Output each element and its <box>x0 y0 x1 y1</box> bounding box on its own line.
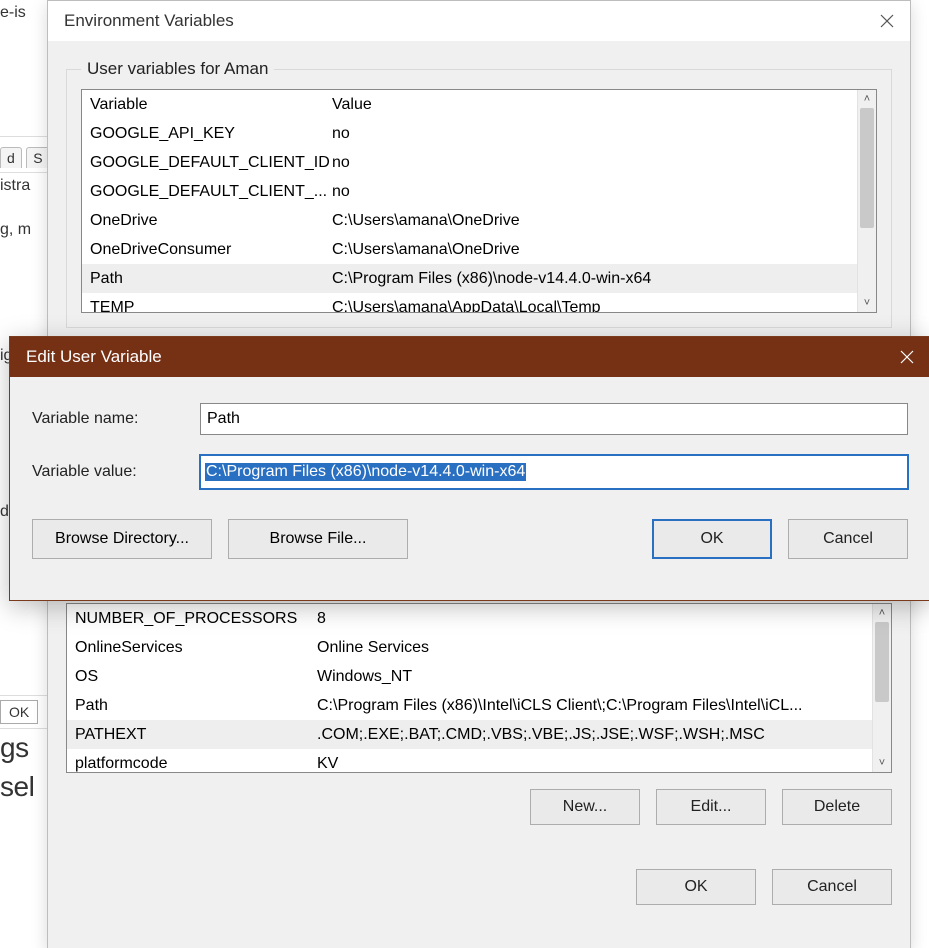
table-row[interactable]: OSWindows_NT <box>67 662 891 691</box>
value-cell: C:\Users\amana\OneDrive <box>330 235 868 264</box>
bg-fragment: e-is <box>0 0 50 26</box>
variable-cell: Path <box>90 264 330 293</box>
variable-cell: OnlineServices <box>75 633 315 662</box>
edit-user-variable-dialog: Edit User Variable Variable name: Variab… <box>9 336 929 601</box>
value-cell: no <box>330 119 868 148</box>
close-icon[interactable] <box>864 1 910 41</box>
cancel-button[interactable]: Cancel <box>772 869 892 905</box>
variable-cell: Path <box>75 691 315 720</box>
table-row[interactable]: PathC:\Program Files (x86)\Intel\iCLS Cl… <box>67 691 891 720</box>
variable-cell: platformcode <box>75 749 315 773</box>
variable-cell: PATHEXT <box>75 720 315 749</box>
scroll-up-icon[interactable]: ˄ <box>873 604 891 622</box>
col-variable-header[interactable]: Variable <box>90 90 330 119</box>
table-row[interactable]: GOOGLE_DEFAULT_CLIENT_IDno <box>82 148 876 177</box>
scroll-down-icon[interactable]: ˅ <box>858 294 876 312</box>
env-titlebar[interactable]: Environment Variables <box>48 1 910 41</box>
env-title: Environment Variables <box>64 11 234 31</box>
value-cell: C:\Program Files (x86)\Intel\iCLS Client… <box>315 691 883 720</box>
variable-name-input[interactable] <box>200 403 908 435</box>
value-cell: no <box>330 148 868 177</box>
value-cell: Online Services <box>315 633 883 662</box>
variable-value-input[interactable]: C:\Program Files (x86)\node-v14.4.0-win-… <box>200 455 908 489</box>
table-row[interactable]: GOOGLE_API_KEYno <box>82 119 876 148</box>
value-cell: C:\Program Files (x86)\node-v14.4.0-win-… <box>330 264 868 293</box>
scroll-thumb[interactable] <box>875 622 889 702</box>
user-variables-list[interactable]: Variable Value GOOGLE_API_KEYnoGOOGLE_DE… <box>81 89 877 313</box>
table-row[interactable]: NUMBER_OF_PROCESSORS8 <box>67 604 891 633</box>
system-variables-list[interactable]: NUMBER_OF_PROCESSORS8OnlineServicesOnlin… <box>66 603 892 773</box>
table-row[interactable]: PATHEXT.COM;.EXE;.BAT;.CMD;.VBS;.VBE;.JS… <box>67 720 891 749</box>
cancel-button[interactable]: Cancel <box>788 519 908 559</box>
variable-cell: GOOGLE_API_KEY <box>90 119 330 148</box>
ok-button[interactable]: OK <box>652 519 772 559</box>
dialog-final-buttons: OK Cancel <box>66 869 892 905</box>
variable-value-label: Variable value: <box>32 463 200 481</box>
list-header[interactable]: Variable Value <box>82 90 876 119</box>
variable-cell: NUMBER_OF_PROCESSORS <box>75 604 315 633</box>
edit-button[interactable]: Edit... <box>656 789 766 825</box>
edit-title: Edit User Variable <box>26 347 162 367</box>
browse-file-button[interactable]: Browse File... <box>228 519 408 559</box>
variable-cell: GOOGLE_DEFAULT_CLIENT_ID <box>90 148 330 177</box>
variable-cell: OneDrive <box>90 206 330 235</box>
edit-titlebar[interactable]: Edit User Variable <box>10 337 929 377</box>
table-row[interactable]: OneDriveC:\Users\amana\OneDrive <box>82 206 876 235</box>
variable-cell: GOOGLE_DEFAULT_CLIENT_... <box>90 177 330 206</box>
variable-cell: OneDriveConsumer <box>90 235 330 264</box>
variable-value-selected-text: C:\Program Files (x86)\node-v14.4.0-win-… <box>205 463 526 481</box>
bg-fragment: sel <box>0 768 50 807</box>
col-value-header[interactable]: Value <box>330 90 868 119</box>
bg-ok-button: OK <box>0 700 38 724</box>
table-row[interactable]: OnlineServicesOnline Services <box>67 633 891 662</box>
bg-fragment: istra <box>0 173 50 199</box>
variable-cell: TEMP <box>90 293 330 313</box>
scroll-up-icon[interactable]: ˄ <box>858 90 876 108</box>
scrollbar[interactable]: ˄ ˅ <box>872 604 891 772</box>
value-cell: no <box>330 177 868 206</box>
table-row[interactable]: PathC:\Program Files (x86)\node-v14.4.0-… <box>82 264 876 293</box>
table-row[interactable]: OneDriveConsumerC:\Users\amana\OneDrive <box>82 235 876 264</box>
table-row[interactable]: GOOGLE_DEFAULT_CLIENT_...no <box>82 177 876 206</box>
value-cell: C:\Users\amana\OneDrive <box>330 206 868 235</box>
scrollbar[interactable]: ˄ ˅ <box>857 90 876 312</box>
scroll-thumb[interactable] <box>860 108 874 228</box>
value-cell: 8 <box>315 604 883 633</box>
new-button[interactable]: New... <box>530 789 640 825</box>
bg-tab: d <box>0 147 22 168</box>
table-row[interactable]: platformcodeKV <box>67 749 891 773</box>
value-cell: C:\Users\amana\AppData\Local\Temp <box>330 293 868 313</box>
user-variables-group: User variables for Aman Variable Value G… <box>66 59 892 328</box>
bg-fragment: g, m <box>0 217 50 243</box>
value-cell: .COM;.EXE;.BAT;.CMD;.VBS;.VBE;.JS;.JSE;.… <box>315 720 883 749</box>
scroll-down-icon[interactable]: ˅ <box>873 754 891 772</box>
variable-name-label: Variable name: <box>32 410 200 428</box>
variable-cell: OS <box>75 662 315 691</box>
ok-button[interactable]: OK <box>636 869 756 905</box>
system-vars-buttons: New... Edit... Delete <box>66 789 892 825</box>
close-icon[interactable] <box>884 337 929 377</box>
delete-button[interactable]: Delete <box>782 789 892 825</box>
user-variables-legend: User variables for Aman <box>81 59 274 79</box>
browse-directory-button[interactable]: Browse Directory... <box>32 519 212 559</box>
table-row[interactable]: TEMPC:\Users\amana\AppData\Local\Temp <box>82 293 876 313</box>
value-cell: Windows_NT <box>315 662 883 691</box>
value-cell: KV <box>315 749 883 773</box>
bg-fragment: gs <box>0 729 50 768</box>
